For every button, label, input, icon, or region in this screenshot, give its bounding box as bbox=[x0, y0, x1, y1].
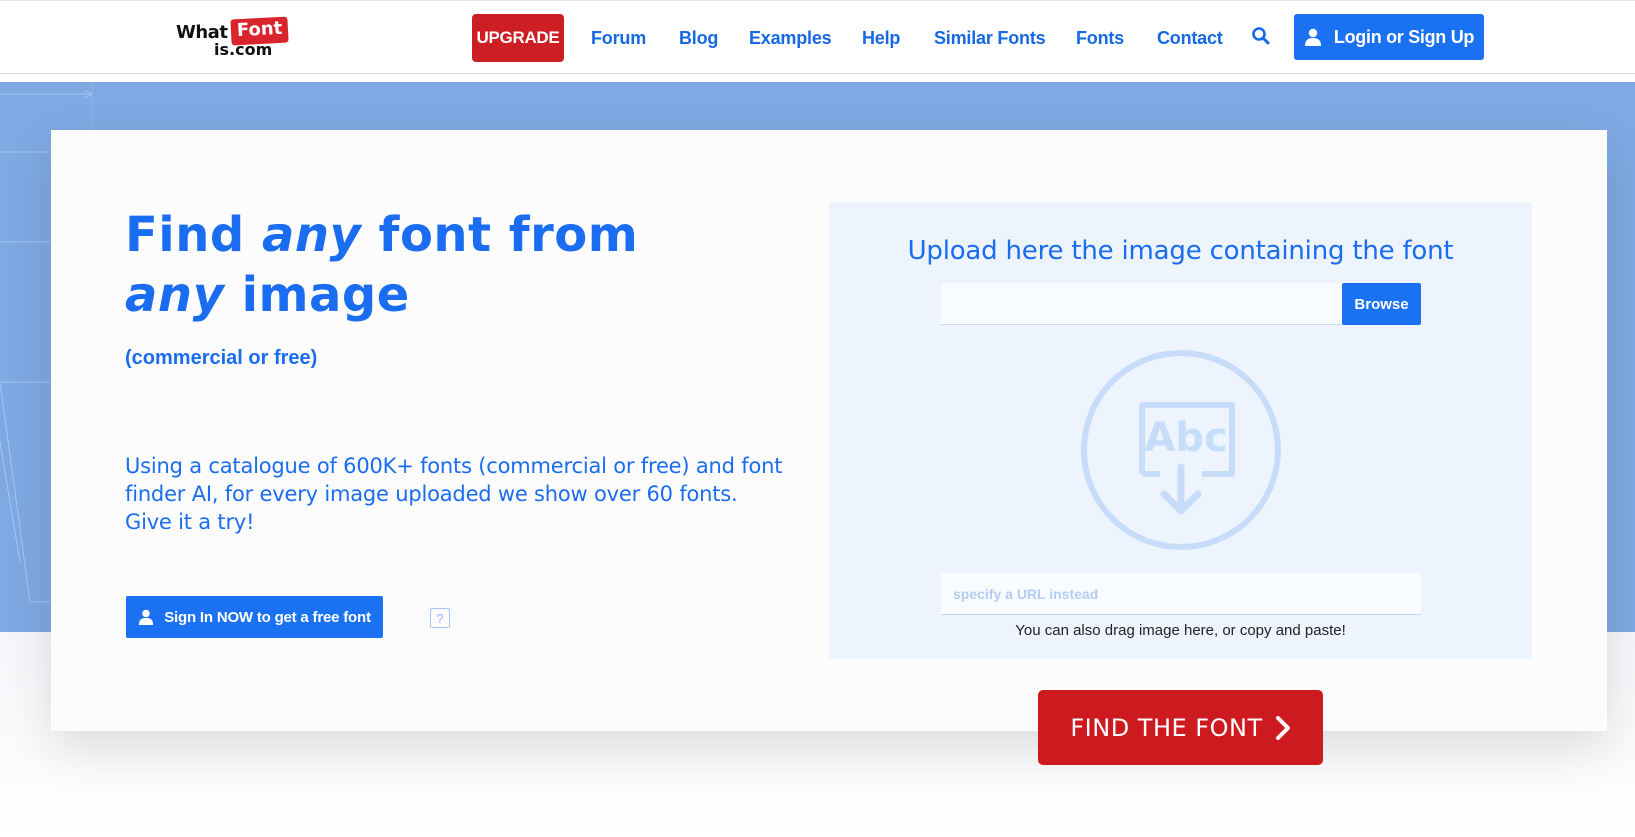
browse-button[interactable]: Browse bbox=[1342, 283, 1421, 325]
hero-title-emphasis-1: any bbox=[261, 207, 362, 263]
hero-description: Using a catalogue of 600K+ fonts (commer… bbox=[125, 454, 783, 534]
nav-link-examples[interactable]: Examples bbox=[749, 25, 832, 51]
hero-title-emphasis-2: any bbox=[125, 267, 225, 323]
hero-subtitle: (commercial or free) bbox=[125, 347, 318, 369]
hero-title-part-1: Find bbox=[125, 207, 262, 263]
upload-illustration-text: Abc bbox=[1144, 415, 1227, 461]
upgrade-button[interactable]: UPGRADE bbox=[472, 14, 564, 62]
nav-link-blog[interactable]: Blog bbox=[679, 25, 718, 51]
login-signup-button[interactable]: Login or Sign Up bbox=[1294, 14, 1484, 60]
upload-title: Upload here the image containing the fon… bbox=[907, 236, 1454, 266]
nav-link-forum[interactable]: Forum bbox=[591, 25, 646, 51]
search-icon[interactable] bbox=[1251, 26, 1271, 46]
nav-link-similar-fonts[interactable]: Similar Fonts bbox=[934, 25, 1046, 51]
user-icon bbox=[138, 609, 154, 625]
upload-image-icon[interactable]: Abc bbox=[1080, 349, 1282, 551]
hero-title-part-2: font from bbox=[361, 207, 639, 263]
url-input[interactable] bbox=[941, 573, 1421, 615]
find-the-font-label: FIND THE FONT bbox=[1070, 713, 1263, 742]
signin-free-font-button[interactable]: Sign In NOW to get a free font bbox=[126, 596, 383, 638]
site-logo[interactable]: What Font is.com bbox=[176, 16, 296, 60]
help-question-icon[interactable]: ? bbox=[430, 608, 450, 628]
hero-title: Find any font from any image bbox=[125, 205, 725, 325]
login-signup-label: Login or Sign Up bbox=[1333, 26, 1475, 47]
chevron-right-icon bbox=[1275, 715, 1291, 740]
drag-drop-hint: You can also drag image here, or copy an… bbox=[1015, 622, 1346, 639]
hero-title-part-3: image bbox=[224, 267, 410, 323]
logo-is-text: is.com bbox=[214, 40, 273, 59]
nav-link-contact[interactable]: Contact bbox=[1157, 25, 1223, 51]
signin-free-font-label: Sign In NOW to get a free font bbox=[164, 608, 371, 626]
user-icon bbox=[1304, 28, 1322, 46]
nav-link-help[interactable]: Help bbox=[862, 25, 900, 51]
find-the-font-button[interactable]: FIND THE FONT bbox=[1038, 690, 1323, 765]
top-navigation-bar: What Font is.com UPGRADE Forum Blog Exam… bbox=[0, 0, 1635, 74]
nav-link-fonts[interactable]: Fonts bbox=[1076, 25, 1124, 51]
file-path-input[interactable] bbox=[941, 283, 1342, 325]
